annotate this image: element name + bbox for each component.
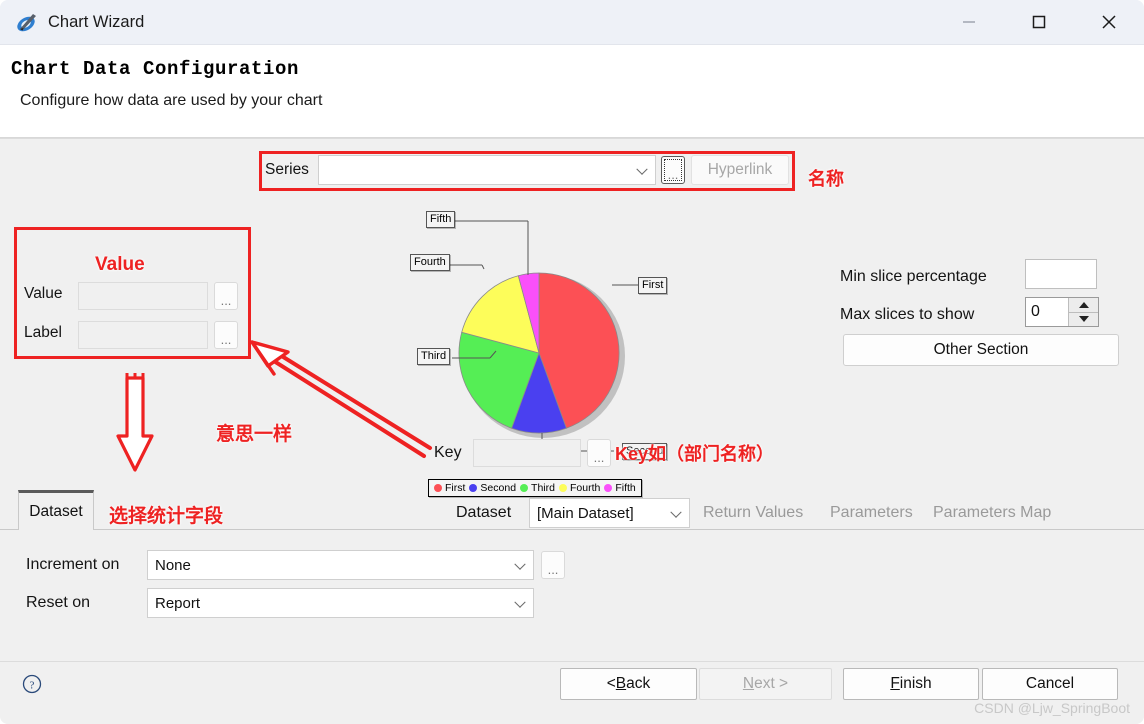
increment-on-combo[interactable]: None (147, 550, 534, 580)
back-mnemonic: B (615, 675, 627, 692)
max-slices-value: 0 (1031, 303, 1040, 320)
back-button[interactable]: < Back (560, 668, 697, 700)
page-title: Chart Data Configuration (11, 58, 300, 80)
spinner-arrows (1068, 298, 1098, 326)
annotation-select-field-note: 选择统计字段 (109, 506, 224, 527)
next-mnemonic: N (742, 675, 755, 692)
pie-label-third: Third (417, 348, 451, 365)
tab-parameters[interactable]: Parameters (830, 504, 913, 522)
annotation-series-note: 名称 (808, 169, 844, 189)
dataset-label: Dataset (456, 504, 512, 521)
increment-on-value: None (155, 556, 191, 574)
increment-on-label: Increment on (26, 556, 120, 573)
back-post: ack (626, 675, 651, 692)
chart-wizard-window: Chart Wizard Chart Data Configuration Co… (0, 0, 1144, 724)
back-pre: < (606, 675, 616, 692)
annotation-same-meaning-note: 意思一样 (216, 424, 293, 445)
annotation-key-note: Key如（部门名称） (615, 444, 775, 464)
window-controls (934, 0, 1144, 45)
triangle-down-icon (1078, 316, 1089, 323)
reset-on-label: Reset on (26, 594, 91, 611)
help-button[interactable]: ? (22, 674, 42, 694)
body-top-divider (0, 138, 1144, 139)
page-subtitle: Configure how data are used by your char… (20, 92, 323, 109)
finish-mnemonic: F (890, 675, 900, 692)
chevron-down-icon (514, 596, 526, 608)
key-browse-button[interactable]: ... (587, 439, 611, 467)
finish-button[interactable]: Finish (843, 668, 979, 700)
pie-label-fourth: Fourth (410, 254, 450, 271)
value-input[interactable] (78, 282, 208, 310)
close-icon (1102, 15, 1116, 29)
pie-label-first: First (638, 277, 668, 294)
key-input[interactable] (473, 439, 581, 467)
max-slices-spinner[interactable]: 0 (1025, 297, 1099, 327)
label-browse-button[interactable]: ... (214, 321, 238, 349)
finish-post: inish (899, 675, 932, 692)
help-icon: ? (22, 674, 42, 694)
next-button[interactable]: Next > (699, 668, 832, 700)
next-post: ext > (754, 675, 789, 692)
watermark: CSDN @Ljw_SpringBoot (974, 700, 1130, 716)
cancel-button[interactable]: Cancel (982, 668, 1118, 700)
spinner-down-button[interactable] (1069, 312, 1098, 326)
max-slices-to-show-label: Max slices to show (840, 306, 975, 323)
value-browse-button[interactable]: ... (214, 282, 238, 310)
reset-on-value: Report (155, 594, 201, 612)
dataset-combo[interactable]: [Main Dataset] (529, 498, 690, 528)
label-input[interactable] (78, 321, 208, 349)
window-title: Chart Wizard (48, 12, 145, 31)
other-section-button[interactable]: Other Section (843, 334, 1119, 366)
minimize-button[interactable] (934, 0, 1004, 45)
title-bar: Chart Wizard (0, 0, 1144, 45)
annotation-box-series (259, 151, 795, 191)
tab-return-values[interactable]: Return Values (703, 504, 803, 522)
dataset-combo-value: [Main Dataset] (537, 504, 634, 522)
pie-label-fifth: Fifth (426, 211, 456, 228)
reset-on-combo[interactable]: Report (147, 588, 534, 618)
value-field-label: Value (24, 285, 63, 302)
quill-pen-icon (14, 9, 40, 35)
wizard-body: Series ... Hyperlink 名称 Value Value ... … (0, 138, 1144, 661)
maximize-icon (1032, 15, 1046, 29)
increment-browse-button[interactable]: ... (541, 551, 565, 579)
triangle-up-icon (1078, 301, 1089, 308)
tab-dataset[interactable]: Dataset (18, 490, 94, 530)
min-slice-percentage-label: Min slice percentage (840, 268, 987, 285)
label-field-label: Label (24, 324, 62, 341)
key-label: Key (434, 444, 462, 461)
maximize-button[interactable] (1004, 0, 1074, 45)
min-slice-percentage-input[interactable] (1025, 259, 1097, 289)
close-button[interactable] (1074, 0, 1144, 45)
tab-underline (0, 529, 1144, 530)
tab-parameters-map[interactable]: Parameters Map (933, 504, 1051, 522)
chevron-down-icon (670, 506, 682, 518)
minimize-icon (963, 21, 975, 23)
svg-text:?: ? (30, 680, 35, 692)
chevron-down-icon (514, 558, 526, 570)
annotation-value-note: Value (95, 254, 145, 275)
wizard-header: Chart Data Configuration Configure how d… (0, 45, 1144, 138)
spinner-up-button[interactable] (1069, 298, 1098, 313)
